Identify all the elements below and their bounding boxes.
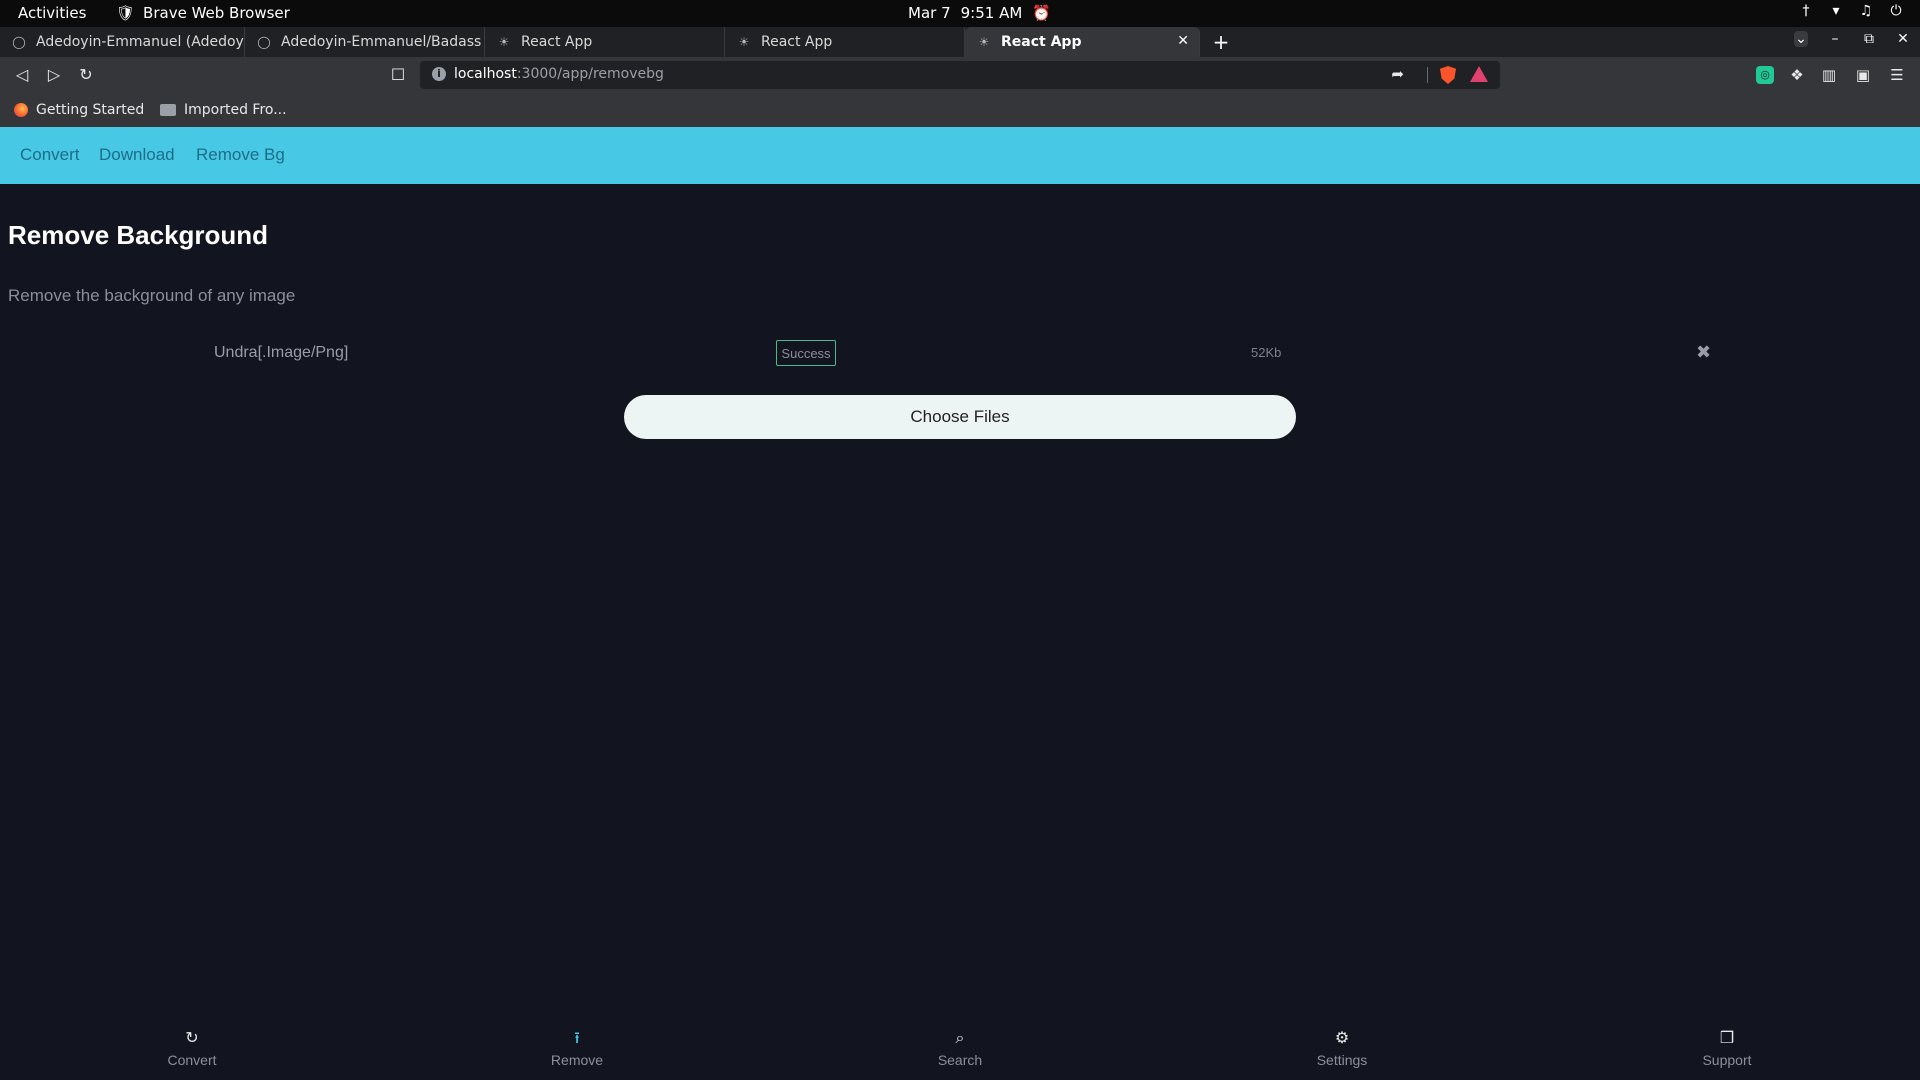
- remove-file-icon[interactable]: ✖: [1696, 342, 1711, 363]
- back-icon[interactable]: ◁: [12, 65, 32, 85]
- alarm-icon: ⏰: [1032, 4, 1051, 22]
- gift-icon: ❒: [1719, 1030, 1735, 1047]
- bottom-nav: ↻ Convert ⭱ Remove ⌕ Search ⚙ Settings ❒…: [0, 1028, 1920, 1080]
- tab-react-app-active[interactable]: ☀ React App ✕: [965, 27, 1200, 57]
- extension-icon[interactable]: ◎: [1756, 66, 1774, 84]
- bottom-nav-label: Convert: [167, 1052, 217, 1068]
- bottom-nav-label: Remove: [550, 1052, 604, 1068]
- sidebar-icon[interactable]: ▥: [1820, 66, 1838, 84]
- bottom-nav-label: Settings: [1316, 1052, 1368, 1068]
- app-menu[interactable]: 🛡 Brave Web Browser: [116, 4, 290, 22]
- file-list-item: Undra[.Image/Png] Success 52Kb ✖: [0, 336, 1920, 370]
- bookmark-icon[interactable]: ☐: [388, 65, 408, 85]
- bottom-nav-label: Support: [1702, 1052, 1752, 1068]
- wifi-icon[interactable]: ▾: [1828, 3, 1844, 19]
- app-name: Brave Web Browser: [143, 4, 290, 22]
- brave-shields-icon[interactable]: [1440, 66, 1456, 84]
- address-bar[interactable]: i localhost:3000/app/removebg ➦: [420, 61, 1500, 89]
- tab-github-repo[interactable]: ◯ Adedoyin-Emmanuel/Badass: [245, 27, 485, 57]
- url-host: localhost: [454, 66, 517, 82]
- bottom-nav-convert[interactable]: ↻ Convert: [132, 1028, 252, 1068]
- file-size: 52Kb: [1251, 345, 1282, 360]
- search-icon: ⌕: [955, 1030, 965, 1047]
- tab-label: React App: [761, 34, 833, 50]
- github-icon: ◯: [257, 35, 271, 49]
- main-content: Remove Background Remove the background …: [0, 184, 1920, 1004]
- clock[interactable]: Mar 7 9:51 AM ⏰: [908, 4, 1051, 22]
- bottom-nav-search[interactable]: ⌕ Search: [900, 1028, 1020, 1068]
- tab-react-app-1[interactable]: ☀ React App: [485, 27, 725, 57]
- url-text: localhost:3000/app/removebg: [454, 66, 664, 82]
- system-top-bar: Activities 🛡 Brave Web Browser Mar 7 9:5…: [0, 0, 1920, 27]
- bookmark-label: Getting Started: [36, 102, 145, 118]
- tab-strip: ◯ Adedoyin-Emmanuel (Adedoy ◯ Adedoyin-E…: [0, 27, 1920, 57]
- accessibility-icon[interactable]: †: [1798, 3, 1814, 19]
- page-subtitle: Remove the background of any image: [8, 286, 296, 305]
- refresh-icon: ↻: [185, 1030, 199, 1047]
- extensions-puzzle-icon[interactable]: ❖: [1788, 66, 1806, 84]
- bottom-nav-support[interactable]: ❒ Support: [1667, 1028, 1787, 1068]
- file-name: Undra[.Image/Png]: [214, 344, 349, 361]
- volume-icon[interactable]: ♫: [1858, 3, 1874, 19]
- react-favicon-icon: ☀: [738, 35, 750, 49]
- firefox-icon: [14, 103, 28, 117]
- system-tray[interactable]: † ▾ ♫ ⏻: [1798, 3, 1904, 19]
- divider: [1427, 67, 1428, 83]
- share-icon[interactable]: ➦: [1391, 65, 1404, 83]
- tab-label: Adedoyin-Emmanuel (Adedoy: [36, 34, 244, 50]
- tab-react-app-2[interactable]: ☀ React App: [725, 27, 965, 57]
- react-favicon-icon: ☀: [498, 35, 510, 49]
- tab-label: React App: [1001, 34, 1082, 50]
- site-info-icon[interactable]: i: [432, 67, 446, 81]
- new-tab-button[interactable]: +: [1210, 31, 1232, 53]
- github-icon: ◯: [12, 35, 26, 49]
- brave-lion-icon: 🛡: [116, 4, 136, 22]
- upload-icon: ⭱: [574, 1030, 580, 1047]
- bottom-nav-settings[interactable]: ⚙ Settings: [1282, 1028, 1402, 1068]
- nav-download-link[interactable]: Download: [99, 145, 175, 165]
- page-title: Remove Background: [8, 220, 269, 250]
- bookmarks-bar: Getting Started Imported Fro...: [0, 94, 1920, 127]
- status-badge: Success: [776, 340, 836, 366]
- brave-rewards-icon[interactable]: [1470, 66, 1488, 82]
- activities-button[interactable]: Activities: [18, 4, 86, 22]
- gear-icon: ⚙: [1334, 1030, 1350, 1047]
- nav-convert-link[interactable]: Convert: [20, 145, 80, 165]
- minimize-icon[interactable]: –: [1828, 31, 1842, 47]
- clock-time: 9:51 AM: [960, 4, 1023, 22]
- close-window-icon[interactable]: ✕: [1896, 31, 1910, 47]
- reload-icon[interactable]: ↻: [76, 65, 96, 85]
- bottom-nav-remove[interactable]: ⭱ Remove: [517, 1028, 637, 1068]
- app-navbar: Convert Download Remove Bg: [0, 127, 1920, 184]
- bottom-nav-label: Search: [937, 1052, 983, 1068]
- choose-files-button[interactable]: Choose Files: [624, 395, 1296, 439]
- restore-icon[interactable]: ⧉: [1862, 31, 1876, 47]
- tab-label: Adedoyin-Emmanuel/Badass: [281, 34, 482, 50]
- window-controls: ⌄ – ⧉ ✕: [1794, 31, 1910, 47]
- react-favicon-icon: ☀: [978, 35, 990, 49]
- power-icon[interactable]: ⏻: [1888, 3, 1904, 19]
- tab-search-chevron-icon[interactable]: ⌄: [1794, 31, 1808, 47]
- menu-icon[interactable]: ☰: [1888, 66, 1906, 84]
- clock-date: Mar 7: [908, 4, 951, 22]
- bookmark-getting-started[interactable]: Getting Started: [14, 102, 144, 118]
- tab-close-icon[interactable]: ✕: [1177, 33, 1189, 49]
- bookmark-label: Imported Fro...: [184, 102, 287, 118]
- forward-icon[interactable]: ▷: [44, 65, 64, 85]
- nav-remove-bg-link[interactable]: Remove Bg: [196, 145, 285, 165]
- url-path: :3000/app/removebg: [516, 66, 664, 82]
- browser-toolbar: ◁ ▷ ↻ ☐ i localhost:3000/app/removebg ➦ …: [0, 57, 1920, 94]
- tab-label: React App: [521, 34, 593, 50]
- folder-icon: [160, 104, 176, 116]
- tab-github-profile[interactable]: ◯ Adedoyin-Emmanuel (Adedoy: [0, 27, 245, 57]
- bookmark-imported-folder[interactable]: Imported Fro...: [160, 102, 287, 118]
- wallet-icon[interactable]: ▣: [1854, 66, 1872, 84]
